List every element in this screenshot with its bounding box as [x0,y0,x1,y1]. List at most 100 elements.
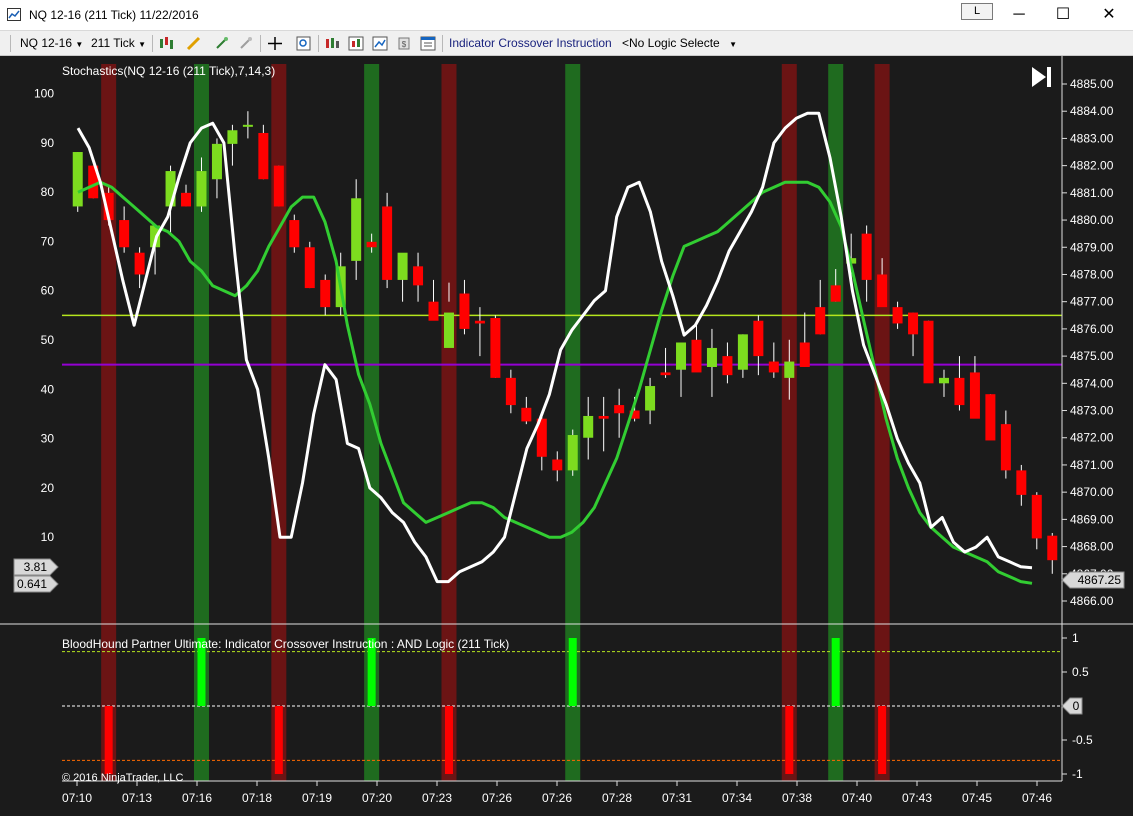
strategy-icon[interactable] [238,36,254,51]
candle-body [877,274,888,308]
snapshot-icon[interactable]: $ [396,36,412,51]
price-tick-label: 4878.00 [1070,267,1114,281]
link-button[interactable]: L [961,3,993,20]
close-button[interactable]: ✕ [1086,0,1132,30]
stoch-tick-label: 80 [41,185,55,199]
candle-body [196,171,207,207]
time-tick-label: 07:16 [182,791,212,805]
zero-tag-text: 0 [1073,699,1080,713]
bloodhound-title: BloodHound Partner Ultimate: Indicator C… [62,637,509,651]
signal-bar [444,706,453,774]
crosshair-icon[interactable] [267,36,283,51]
chart-style-icon[interactable] [158,36,174,51]
price-tick-label: 4869.00 [1070,512,1114,526]
candle-body [737,334,748,370]
minimize-button[interactable]: ─ [996,0,1042,30]
price-tick-label: 4877.00 [1070,295,1114,309]
candle-body [1047,535,1058,561]
logic-selector[interactable]: <No Logic Selecte ▼ [622,36,737,50]
price-tick-label: 4870.00 [1070,485,1114,499]
price-tick-label: 4876.00 [1070,322,1114,336]
maximize-button[interactable]: ☐ [1040,0,1086,30]
candle-body [397,252,408,280]
toolbar-separator [442,35,443,52]
candle-body [72,152,83,207]
price-tick-label: 4883.00 [1070,131,1114,145]
candle-body [273,165,284,207]
time-tick-label: 07:45 [962,791,992,805]
candle-body [598,415,609,419]
candle-body [614,405,625,414]
candle-body [923,320,934,384]
zoom-icon[interactable] [296,36,312,51]
time-tick-label: 07:19 [302,791,332,805]
signal-bar [878,706,887,774]
signal-tick-label: -0.5 [1072,733,1093,747]
d-value-text: 0.641 [17,577,47,591]
candle-body [459,293,470,329]
candle-body [521,407,532,422]
time-tick-label: 07:18 [242,791,272,805]
candle-body [289,220,300,248]
interval-label: 211 Tick [91,36,135,50]
price-tick-label: 4872.00 [1070,431,1114,445]
candle-body [706,347,717,367]
candle-body [490,318,501,378]
candle-body [861,233,872,280]
stoch-tick-label: 50 [41,333,55,347]
price-tick-label: 4874.00 [1070,376,1114,390]
time-tick-label: 07:38 [782,791,812,805]
candle-body [1031,494,1042,539]
time-tick-label: 07:20 [362,791,392,805]
stoch-tick-label: 10 [41,530,55,544]
window-titlebar: NQ 12-16 (211 Tick) 11/22/2016 L ─ ☐ ✕ [0,0,1133,30]
pencil-draw-icon[interactable] [186,36,202,51]
instrument-selector[interactable]: NQ 12-16 ▼ [20,36,83,50]
candle-body [768,361,779,373]
time-tick-label: 07:26 [542,791,572,805]
candle-body [211,143,222,180]
toolbar-separator [152,35,153,52]
price-tick-label: 4871.00 [1070,458,1114,472]
price-tick-label: 4879.00 [1070,240,1114,254]
chart-area[interactable]: 4866.004867.004868.004869.004870.004871.… [0,56,1133,816]
time-tick-label: 07:13 [122,791,152,805]
indicators-icon[interactable] [348,36,364,51]
candle-body [366,241,377,248]
candle-body [753,320,764,357]
signal-bar [568,638,577,706]
time-tick-label: 07:40 [842,791,872,805]
candle-body [938,377,949,384]
stoch-tick-label: 20 [41,481,55,495]
toolbar-grip [10,35,11,52]
candle-body [320,279,331,308]
signal-bar [831,638,840,706]
properties-icon[interactable] [420,36,436,51]
skip-to-end-icon[interactable] [1032,67,1051,87]
time-tick-label: 07:23 [422,791,452,805]
data-series-icon[interactable] [324,36,340,51]
candle-body [181,192,192,207]
price-tick-label: 4866.00 [1070,594,1114,608]
add-indicator-icon[interactable] [214,36,230,51]
stoch-tick-label: 90 [41,136,55,150]
candle-body [969,372,980,419]
candle-body [722,356,733,376]
indicator-crossover-button[interactable]: Indicator Crossover Instruction [449,36,612,50]
svg-text:$: $ [402,40,407,49]
signal-bar [785,706,794,774]
chart-canvas[interactable]: 4866.004867.004868.004869.004870.004871.… [0,56,1133,816]
candle-body [505,377,516,406]
interval-selector[interactable]: 211 Tick ▼ [91,36,146,50]
candle-body [660,372,671,376]
stochastics-title: Stochastics(NQ 12-16 (211 Tick),7,14,3) [62,64,275,78]
signal-tick-label: -1 [1072,767,1083,781]
candle-body [1000,424,1011,471]
candle-body [583,415,594,438]
chart-trader-icon[interactable] [372,36,388,51]
candle-body [134,252,145,275]
stoch-tick-label: 40 [41,382,55,396]
toolbar-separator [260,35,261,52]
time-tick-label: 07:31 [662,791,692,805]
candle-body [443,312,454,348]
